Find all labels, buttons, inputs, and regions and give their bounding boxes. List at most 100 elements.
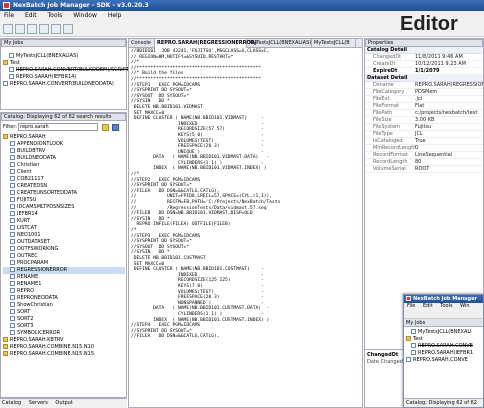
member-icon — [10, 162, 15, 167]
refresh-icon[interactable] — [112, 124, 119, 131]
catalog-item[interactable]: BUILDBTRV — [3, 148, 125, 155]
catalog-root[interactable]: REPRO.SARAH — [3, 134, 125, 141]
catalog-item[interactable]: SYMBOLICERROR — [3, 330, 125, 337]
catalog-item[interactable]: NEO1001 — [3, 232, 125, 239]
property-row[interactable]: CreateDt 10/12/2011 9:23 AM — [365, 61, 483, 68]
property-row[interactable]: Dsname REPRO.SARAH(REGRESSIONERROR) — [365, 82, 483, 89]
catalog-item[interactable]: CREATEUNSORTEDDATA — [3, 190, 125, 197]
browse-icon[interactable] — [102, 124, 109, 131]
member-icon — [10, 323, 15, 328]
property-row[interactable]: FilePath c:/projects/nexbatch/test — [365, 110, 483, 117]
job-item[interactable]: REPRO.SARAH.CONVERT(BUILDNEODATA) — [3, 81, 125, 88]
job-item[interactable]: REPRO.SARAH(IEFBR1 — [406, 350, 481, 357]
menu-help[interactable]: Help — [108, 11, 122, 21]
catalog-item[interactable]: SORT2 — [3, 316, 125, 323]
tab-console[interactable]: Console — [129, 39, 155, 48]
catalog-item[interactable]: PROCPARAM — [3, 260, 125, 267]
menu-tools[interactable]: Tools — [48, 11, 63, 21]
catalog-item[interactable]: SORT3 — [3, 323, 125, 330]
job-item[interactable]: MyTestsJCLL(BNEXALIAS) — [3, 53, 125, 60]
property-row[interactable]: ExpireDt 1/1/2079 — [365, 68, 483, 75]
code-editor[interactable]: //BBIDI01 JOB 43241,'FUJITSU',MSGCLASS=X… — [131, 49, 280, 340]
member-icon — [10, 281, 15, 286]
property-row[interactable]: VolumeSerial ROOT — [365, 166, 483, 173]
tab-mytestsjcll-2[interactable]: MyTestsJCLL(B — [312, 39, 356, 48]
catalog-item[interactable]: REPRO.SARAH.COMBINE.N15.N10 — [3, 344, 125, 351]
paste-icon[interactable] — [51, 24, 61, 34]
menu-file[interactable]: File — [407, 303, 415, 309]
open-icon[interactable] — [15, 24, 25, 34]
property-group[interactable]: Catalog Detail — [365, 47, 483, 54]
catalog-item[interactable]: OUTREC — [3, 253, 125, 260]
property-value: True — [415, 138, 426, 144]
property-row[interactable]: ChangedDt 11/8/2011 9:46 AM — [365, 54, 483, 61]
job-item[interactable]: Test — [406, 336, 481, 343]
property-row[interactable]: FileExt .jcl — [365, 96, 483, 103]
menu-window[interactable]: Window — [73, 11, 97, 21]
save-icon[interactable] — [27, 24, 37, 34]
property-row[interactable]: FileSystem Fujitsu — [365, 124, 483, 131]
property-key: FileSystem — [373, 124, 401, 130]
property-row[interactable]: FileFormat Flat — [365, 103, 483, 110]
view-icon[interactable] — [63, 24, 73, 34]
catalog-item[interactable]: LISTCAT — [3, 225, 125, 232]
jobs-panel: My Jobs MyTestsJCLL(BNEXALIAS) Test REPR… — [0, 38, 129, 110]
member-icon — [10, 225, 15, 230]
catalog-item[interactable]: OUTDATASET — [3, 239, 125, 246]
catalog-item[interactable]: Client — [3, 169, 125, 176]
member-icon — [10, 232, 15, 237]
menu-tools[interactable]: Tools — [440, 303, 452, 309]
job-item[interactable]: REPRO.SARAH.CONVE — [406, 357, 481, 364]
job-item[interactable]: REPRO.SARAH.CONVERT(BULKDDEFI)/SCRIPT — [3, 67, 129, 74]
catalog-item[interactable]: APPENDIONTLOOK — [3, 141, 125, 148]
tab-catalog[interactable]: Catalog — [2, 400, 21, 406]
job-item[interactable]: REPRO.SARAH.CONVE — [406, 343, 481, 350]
catalog-item[interactable]: CREATEDSN — [3, 183, 125, 190]
catalog-item[interactable]: ShowChristian — [3, 302, 125, 309]
tab-output[interactable]: Output — [55, 400, 72, 406]
property-row[interactable]: RecordLength 80 — [365, 159, 483, 166]
property-key: FileType — [373, 131, 393, 137]
catalog-item[interactable]: IEFBR14 — [3, 211, 125, 218]
catalog-item[interactable]: FUJITSU — [3, 197, 125, 204]
catalog-item[interactable]: REGRESSIONERROR — [3, 267, 125, 274]
catalog-item[interactable]: OUTFSWORKING — [3, 246, 125, 253]
property-row[interactable]: IsCataloged True — [365, 138, 483, 145]
copy-icon[interactable] — [39, 24, 49, 34]
menu-file[interactable]: File — [4, 11, 14, 21]
catalog-item[interactable]: IDCAMSMLTPDSNSIZES — [3, 204, 125, 211]
menu-window[interactable]: Win — [460, 303, 469, 309]
job-folder[interactable]: Test — [3, 60, 125, 67]
catalog-item[interactable]: RENAME1 — [3, 281, 125, 288]
property-row[interactable]: FileSize 3.00 KB — [365, 117, 483, 124]
catalog-item[interactable]: COB21117 — [3, 176, 125, 183]
secondary-window[interactable]: NexBatch Job Manager File Edit Tools Win… — [403, 294, 484, 408]
catalog-item[interactable]: KURT — [3, 218, 125, 225]
new-icon[interactable] — [3, 24, 13, 34]
tab-servers[interactable]: Servers — [29, 400, 48, 406]
catalog-item[interactable]: REPRO — [3, 288, 125, 295]
property-value: LineSequential — [415, 152, 453, 158]
property-group[interactable]: Dataset Detail — [365, 75, 483, 82]
catalog-item[interactable]: REPRO.SARAH.KBTRV — [3, 337, 125, 344]
job-icon — [9, 53, 14, 58]
catalog-item[interactable]: BUILDNEODATA — [3, 155, 125, 162]
property-row[interactable]: FileType JCL — [365, 131, 483, 138]
menu-edit[interactable]: Edit — [25, 11, 37, 21]
property-key: VolumeSerial — [373, 166, 406, 172]
menu-edit[interactable]: Edit — [423, 303, 433, 309]
job-item[interactable]: MyTestsJCLL(BNEXALI — [406, 329, 481, 336]
tab-regressionerror[interactable]: REPRO.SARAH(REGRESSIONERROR) — [155, 39, 257, 48]
property-row[interactable]: FileCategory PDSMem — [365, 89, 483, 96]
property-row[interactable]: RecordFormat LineSequential — [365, 152, 483, 159]
catalog-item[interactable]: SORT — [3, 309, 125, 316]
property-row[interactable]: MinRecordLength 0 — [365, 145, 483, 152]
catalog-item[interactable]: Christian — [3, 162, 125, 169]
catalog-item[interactable]: RENAME — [3, 274, 125, 281]
code-line: //BBIDI01 JOB 43241,'FUJITSU',MSGCLASS=X… — [131, 49, 270, 54]
filter-input[interactable] — [18, 123, 98, 131]
job-item[interactable]: REPRO.SARAH(IEFBR14) — [3, 74, 125, 81]
catalog-item[interactable]: REPRONEODATA — [3, 295, 125, 302]
tab-mytestsjcll[interactable]: MyTestsJCLL(BNEXALIAS) — [247, 39, 312, 48]
catalog-item[interactable]: REPRO.SARAH.COMBINE.N15.N15 — [3, 351, 125, 358]
